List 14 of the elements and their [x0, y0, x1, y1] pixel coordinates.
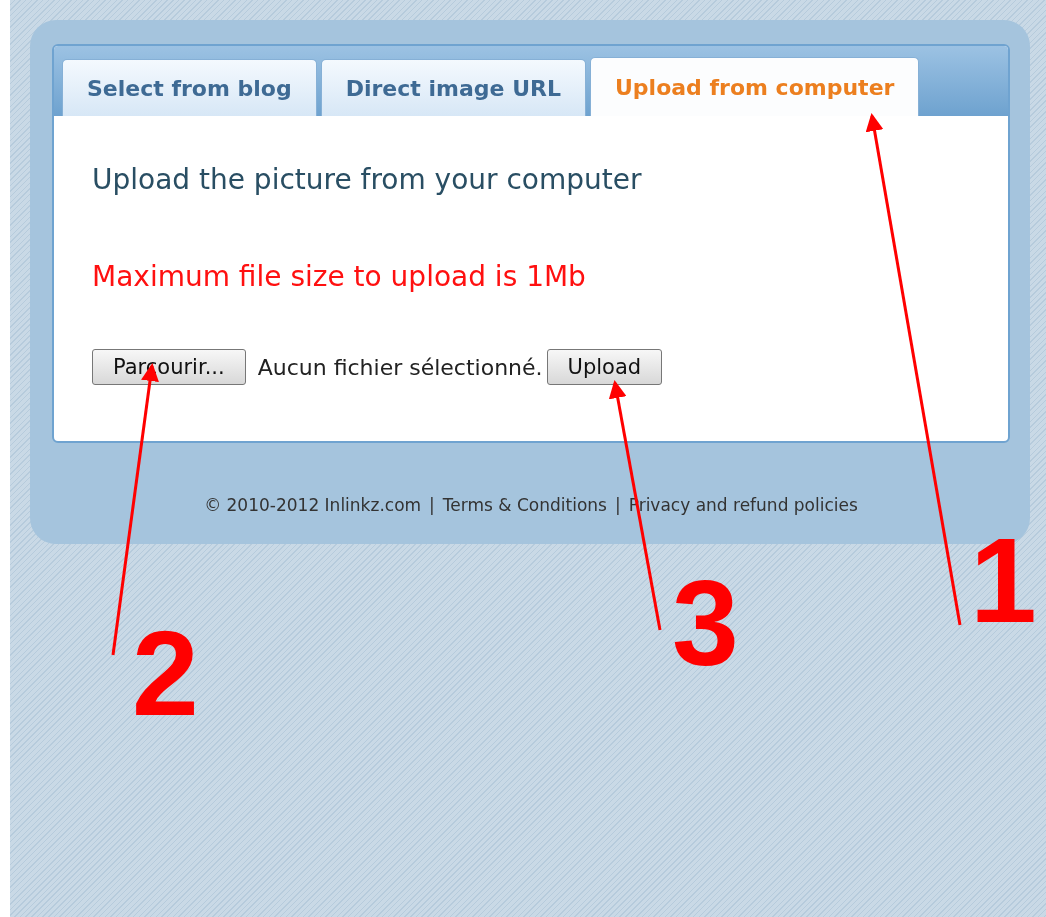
tab[interactable]: Direct image URL — [320, 59, 586, 116]
separator: | — [614, 495, 621, 515]
footer-link[interactable]: Terms & Conditions — [442, 495, 607, 515]
separator: | — [429, 495, 435, 515]
annotation-number: 1 — [970, 513, 1037, 647]
annotation-number: 2 — [132, 606, 199, 740]
copyright-text: © 2010-2012 Inlinkz.com — [204, 495, 422, 515]
size-notice: Maximum file size to upload is 1Mb — [92, 259, 587, 294]
section-heading: Upload the picture from your computer — [92, 162, 643, 197]
upload-button[interactable]: Upload — [546, 349, 663, 385]
browse-button[interactable]: Parcourir... — [92, 349, 246, 385]
file-status: Aucun fichier sélectionné. — [257, 354, 543, 380]
tab[interactable]: Select from blog — [62, 59, 317, 116]
annotation-number: 3 — [672, 556, 739, 690]
